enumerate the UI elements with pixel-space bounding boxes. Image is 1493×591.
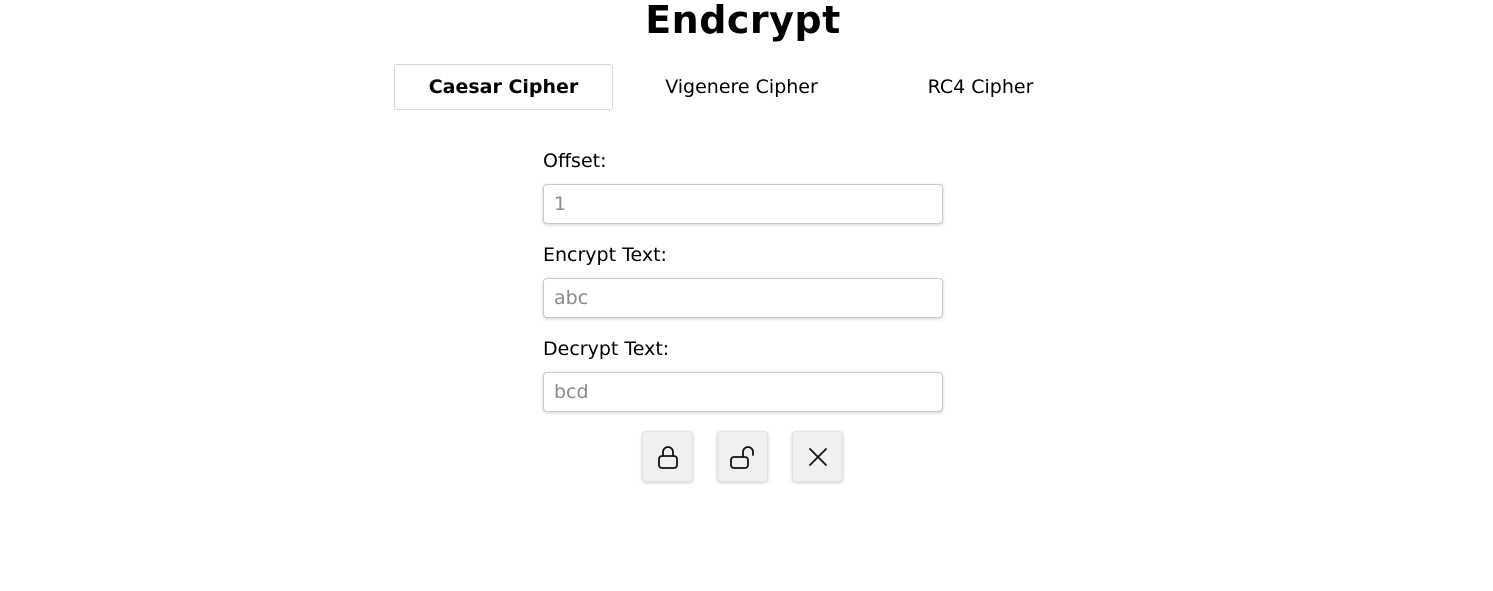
tab-label: Vigenere Cipher [665, 76, 818, 98]
tab-rc4-cipher[interactable]: RC4 Cipher [871, 64, 1090, 110]
unlock-icon [729, 443, 757, 471]
close-icon [804, 443, 832, 471]
page: Endcrypt Caesar Cipher Vigenere Cipher R… [0, 0, 1493, 591]
decrypt-button[interactable] [717, 431, 768, 482]
encrypt-text-input[interactable] [543, 278, 943, 318]
offset-input[interactable] [543, 184, 943, 224]
clear-button[interactable] [792, 431, 843, 482]
decrypt-text-label: Decrypt Text: [543, 338, 670, 360]
cipher-tabs: Caesar Cipher Vigenere Cipher RC4 Cipher [394, 64, 1094, 110]
lock-icon [654, 443, 682, 471]
app-title: Endcrypt [645, 0, 841, 42]
caesar-form: Offset: Encrypt Text: Decrypt Text: [543, 146, 943, 428]
offset-label: Offset: [543, 150, 607, 172]
encrypt-button[interactable] [642, 431, 693, 482]
tab-caesar-cipher[interactable]: Caesar Cipher [394, 64, 613, 110]
decrypt-text-input[interactable] [543, 372, 943, 412]
tab-vigenere-cipher[interactable]: Vigenere Cipher [632, 64, 851, 110]
tab-label: Caesar Cipher [428, 76, 579, 98]
tab-label: RC4 Cipher [927, 76, 1034, 98]
encrypt-text-label: Encrypt Text: [543, 244, 667, 266]
action-buttons [642, 431, 852, 483]
